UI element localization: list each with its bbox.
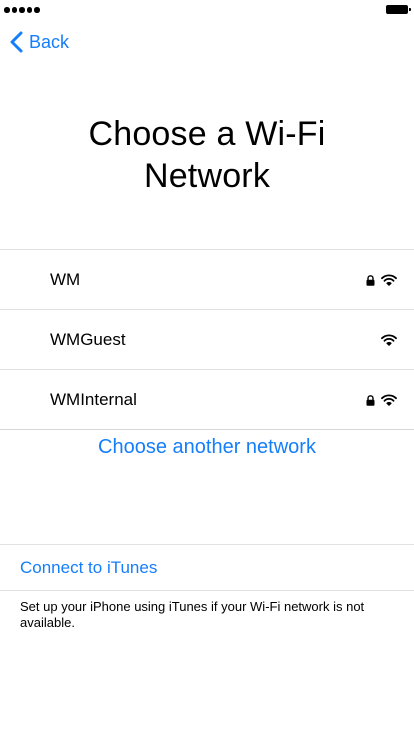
status-bar [0,0,414,20]
signal-strength-icon [4,7,40,13]
itunes-help-text: Set up your iPhone using iTunes if your … [20,599,365,630]
chevron-left-icon [10,31,23,53]
network-row-wminternal[interactable]: WMInternal [0,370,414,430]
network-row-wmguest[interactable]: WMGuest [0,310,414,370]
back-label: Back [29,31,70,52]
network-name: WM [50,270,81,289]
lock-icon [366,394,375,406]
lock-icon [366,274,375,286]
wifi-icon [381,334,397,346]
wifi-setup-screen: Back Choose a Wi-Fi Network WM WMGuest W… [0,0,414,736]
itunes-section: Connect to iTunes Set up your iPhone usi… [0,544,414,631]
wifi-icon [381,274,397,286]
network-name: WMInternal [50,390,137,409]
network-name: WMGuest [50,330,126,349]
network-list: WM WMGuest WMInternal [0,249,414,430]
page-title-line-2: Network [143,157,271,195]
page-title-line-1: Choose a Wi-Fi [88,115,326,153]
battery-icon [386,5,411,14]
back-button[interactable]: Back [10,30,69,54]
page-title: Choose a Wi-Fi Network [0,113,414,197]
choose-another-network-button[interactable]: Choose another network [0,436,414,459]
wifi-icon [381,394,397,406]
network-row-wm[interactable]: WM [0,250,414,310]
connect-to-itunes-link[interactable]: Connect to iTunes [0,545,414,591]
